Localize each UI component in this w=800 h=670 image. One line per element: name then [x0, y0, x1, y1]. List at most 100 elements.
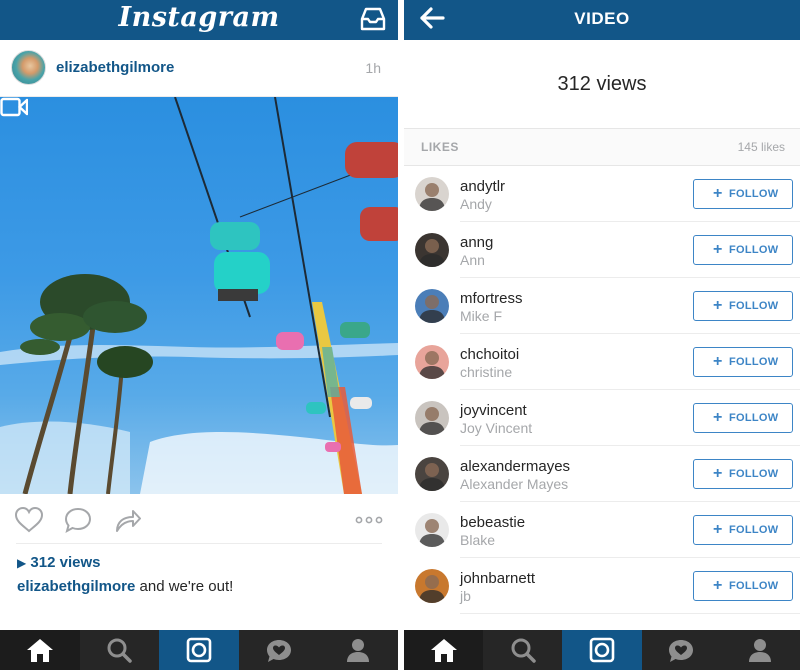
- post-username[interactable]: elizabethgilmore: [56, 59, 174, 76]
- liker-fullname: Ann: [460, 252, 485, 268]
- nav-home[interactable]: [0, 630, 80, 670]
- list-item[interactable]: anng Ann + FOLLOW: [404, 222, 800, 278]
- nav-camera[interactable]: [159, 630, 239, 670]
- list-item[interactable]: bebeastie Blake + FOLLOW: [404, 502, 800, 558]
- top-bar: VIDEO: [404, 0, 800, 40]
- follow-label: FOLLOW: [729, 468, 779, 480]
- page-title: VIDEO: [574, 9, 630, 28]
- liker-username[interactable]: joyvincent: [460, 402, 527, 419]
- likes-count: 145 likes: [737, 140, 785, 154]
- nav-activity[interactable]: [239, 630, 319, 670]
- more-icon[interactable]: [352, 506, 386, 534]
- follow-button[interactable]: + FOLLOW: [693, 515, 793, 545]
- liker-username[interactable]: anng: [460, 234, 493, 251]
- divider: [16, 543, 382, 544]
- liker-username[interactable]: alexandermayes: [460, 458, 570, 475]
- follow-button[interactable]: + FOLLOW: [693, 179, 793, 209]
- bottom-nav: [0, 630, 398, 670]
- nav-profile[interactable]: [318, 630, 398, 670]
- list-item[interactable]: alexandermayes Alexander Mayes + FOLLOW: [404, 446, 800, 502]
- comment-icon[interactable]: [63, 506, 93, 534]
- list-item[interactable]: mfortress Mike F + FOLLOW: [404, 278, 800, 334]
- share-icon[interactable]: [113, 506, 143, 534]
- camera-icon: [589, 637, 615, 663]
- heart-icon[interactable]: [14, 506, 44, 534]
- follow-button[interactable]: + FOLLOW: [693, 235, 793, 265]
- avatar[interactable]: [415, 401, 449, 435]
- follow-label: FOLLOW: [729, 244, 779, 256]
- caption-username[interactable]: elizabethgilmore: [17, 578, 135, 595]
- follow-label: FOLLOW: [729, 356, 779, 368]
- nav-profile[interactable]: [721, 630, 800, 670]
- follow-label: FOLLOW: [729, 524, 779, 536]
- nav-activity[interactable]: [642, 630, 721, 670]
- play-icon: ▶: [17, 556, 27, 570]
- video-frame-image: [0, 97, 398, 494]
- post-caption: elizabethgilmore and we're out!: [17, 578, 233, 595]
- liker-username[interactable]: mfortress: [460, 290, 523, 307]
- profile-icon: [347, 639, 370, 662]
- nav-home[interactable]: [404, 630, 484, 670]
- post-timestamp: 1h: [365, 60, 381, 76]
- list-item[interactable]: johnbarnett jb + FOLLOW: [404, 558, 800, 614]
- plus-icon: +: [713, 297, 723, 314]
- camera-icon: [186, 637, 212, 663]
- liker-fullname: Andy: [460, 196, 492, 212]
- liker-username[interactable]: andytlr: [460, 178, 505, 195]
- follow-label: FOLLOW: [729, 188, 779, 200]
- list-item[interactable]: joyvincent Joy Vincent + FOLLOW: [404, 390, 800, 446]
- avatar[interactable]: [415, 177, 449, 211]
- liker-username[interactable]: chchoitoi: [460, 346, 519, 363]
- avatar[interactable]: [415, 345, 449, 379]
- view-count: 312 views: [30, 554, 101, 571]
- home-icon: [26, 639, 53, 662]
- view-count-link[interactable]: ▶ 312 views: [17, 554, 100, 571]
- nav-search[interactable]: [483, 630, 562, 670]
- follow-button[interactable]: + FOLLOW: [693, 459, 793, 489]
- video-likes-screen: VIDEO 312 views LIKES 145 likes andytlr A…: [404, 0, 800, 670]
- plus-icon: +: [713, 241, 723, 258]
- follow-label: FOLLOW: [729, 580, 779, 592]
- activity-icon: [266, 640, 291, 662]
- home-icon: [430, 639, 457, 662]
- post-header: elizabethgilmore 1h: [0, 40, 398, 97]
- search-icon: [511, 638, 536, 663]
- avatar[interactable]: [415, 513, 449, 547]
- instagram-logo: Instagram: [118, 2, 280, 33]
- avatar[interactable]: [415, 233, 449, 267]
- post-video[interactable]: [0, 97, 398, 494]
- video-camera-icon: [0, 97, 28, 117]
- list-item[interactable]: andytlr Andy + FOLLOW: [404, 166, 800, 222]
- activity-icon: [669, 640, 694, 662]
- follow-label: FOLLOW: [729, 412, 779, 424]
- avatar[interactable]: [415, 569, 449, 603]
- inbox-icon[interactable]: [360, 7, 386, 31]
- caption-text: and we're out!: [135, 578, 234, 595]
- bottom-nav: [404, 630, 800, 670]
- liker-username[interactable]: bebeastie: [460, 514, 525, 531]
- follow-button[interactable]: + FOLLOW: [693, 403, 793, 433]
- feed-screen: Instagram elizabethgilmore 1h ▶ 312 view…: [0, 0, 398, 670]
- likes-list: andytlr Andy + FOLLOW anng Ann + FOLLOW mfortres…: [404, 166, 800, 614]
- list-item[interactable]: chchoitoi christine + FOLLOW: [404, 334, 800, 390]
- avatar[interactable]: [11, 50, 46, 85]
- plus-icon: +: [713, 409, 723, 426]
- top-bar: Instagram: [0, 0, 398, 40]
- post-actions: [0, 494, 398, 544]
- follow-button[interactable]: + FOLLOW: [693, 571, 793, 601]
- liker-fullname: Mike F: [460, 308, 502, 324]
- search-icon: [107, 638, 133, 663]
- liker-fullname: jb: [460, 588, 471, 604]
- avatar[interactable]: [415, 457, 449, 491]
- likes-section-header: LIKES 145 likes: [404, 129, 800, 166]
- likes-heading: LIKES: [421, 140, 459, 154]
- plus-icon: +: [713, 577, 723, 594]
- follow-button[interactable]: + FOLLOW: [693, 291, 793, 321]
- liker-fullname: Alexander Mayes: [460, 476, 569, 492]
- view-count: 312 views: [557, 73, 647, 95]
- nav-camera[interactable]: [562, 630, 642, 670]
- liker-username[interactable]: johnbarnett: [460, 570, 535, 587]
- nav-search[interactable]: [80, 630, 160, 670]
- follow-button[interactable]: + FOLLOW: [693, 347, 793, 377]
- avatar[interactable]: [415, 289, 449, 323]
